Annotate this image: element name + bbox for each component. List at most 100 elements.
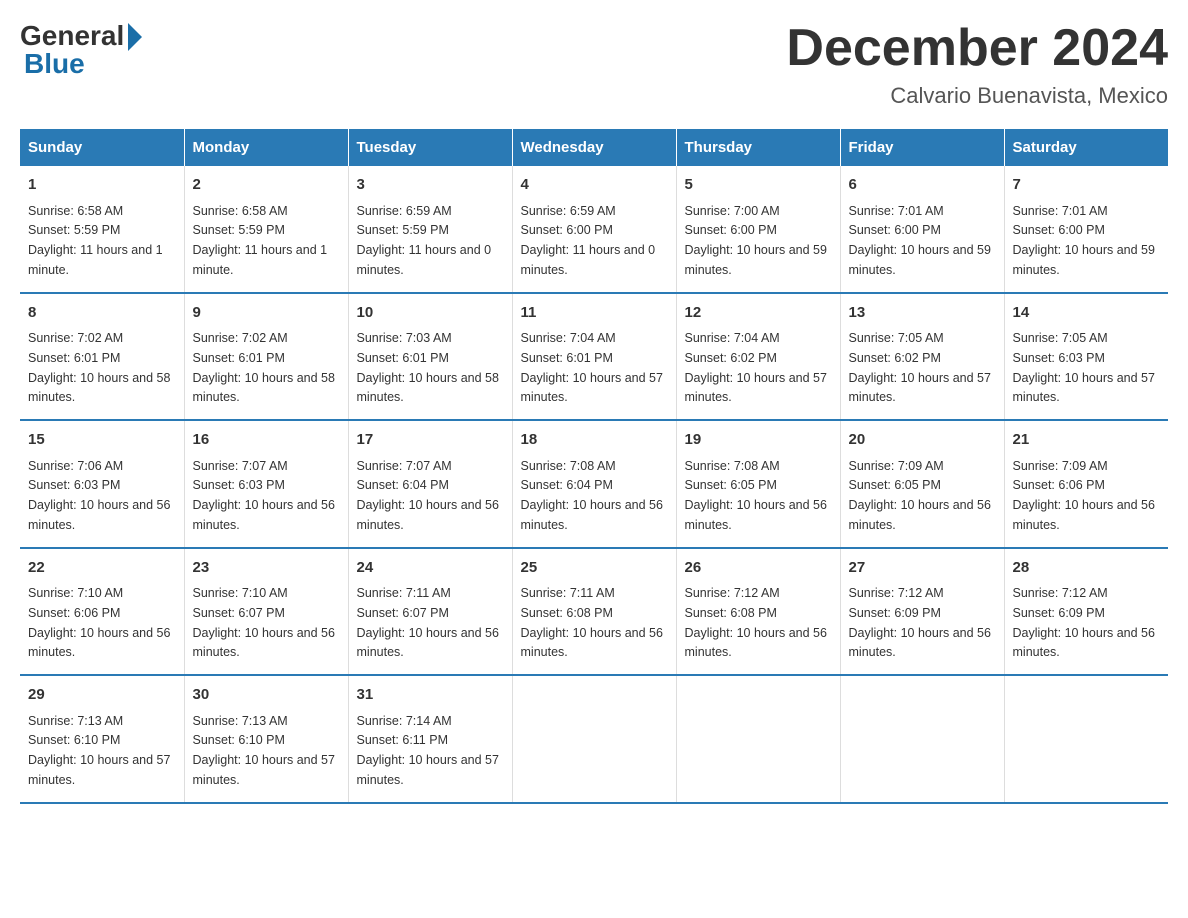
day-info: Sunrise: 7:12 AMSunset: 6:09 PMDaylight:… — [849, 586, 991, 659]
calendar-header-saturday: Saturday — [1004, 129, 1168, 166]
calendar-cell: 13 Sunrise: 7:05 AMSunset: 6:02 PMDaylig… — [840, 293, 1004, 421]
day-number: 17 — [357, 429, 504, 452]
day-number: 20 — [849, 429, 996, 452]
calendar-cell — [676, 675, 840, 803]
day-info: Sunrise: 7:03 AMSunset: 6:01 PMDaylight:… — [357, 331, 499, 404]
day-number: 4 — [521, 174, 668, 197]
day-number: 5 — [685, 174, 832, 197]
day-info: Sunrise: 7:04 AMSunset: 6:01 PMDaylight:… — [521, 331, 663, 404]
logo-arrow-icon — [128, 23, 142, 51]
logo: General Blue — [20, 20, 142, 80]
day-info: Sunrise: 7:13 AMSunset: 6:10 PMDaylight:… — [28, 714, 170, 787]
day-info: Sunrise: 6:58 AMSunset: 5:59 PMDaylight:… — [28, 204, 163, 277]
calendar-cell: 14 Sunrise: 7:05 AMSunset: 6:03 PMDaylig… — [1004, 293, 1168, 421]
calendar-cell: 27 Sunrise: 7:12 AMSunset: 6:09 PMDaylig… — [840, 548, 1004, 676]
calendar-cell — [512, 675, 676, 803]
day-number: 9 — [193, 302, 340, 325]
calendar-header-thursday: Thursday — [676, 129, 840, 166]
calendar-cell: 18 Sunrise: 7:08 AMSunset: 6:04 PMDaylig… — [512, 420, 676, 548]
day-number: 7 — [1013, 174, 1161, 197]
day-info: Sunrise: 7:07 AMSunset: 6:03 PMDaylight:… — [193, 459, 335, 532]
calendar-cell: 15 Sunrise: 7:06 AMSunset: 6:03 PMDaylig… — [20, 420, 184, 548]
calendar-cell: 20 Sunrise: 7:09 AMSunset: 6:05 PMDaylig… — [840, 420, 1004, 548]
day-info: Sunrise: 7:02 AMSunset: 6:01 PMDaylight:… — [28, 331, 170, 404]
calendar-header-sunday: Sunday — [20, 129, 184, 166]
day-info: Sunrise: 7:06 AMSunset: 6:03 PMDaylight:… — [28, 459, 170, 532]
calendar-cell: 21 Sunrise: 7:09 AMSunset: 6:06 PMDaylig… — [1004, 420, 1168, 548]
page-title: December 2024 — [786, 20, 1168, 77]
day-info: Sunrise: 7:08 AMSunset: 6:04 PMDaylight:… — [521, 459, 663, 532]
day-number: 26 — [685, 557, 832, 580]
calendar-cell: 24 Sunrise: 7:11 AMSunset: 6:07 PMDaylig… — [348, 548, 512, 676]
day-number: 21 — [1013, 429, 1161, 452]
calendar-cell: 10 Sunrise: 7:03 AMSunset: 6:01 PMDaylig… — [348, 293, 512, 421]
calendar-cell: 9 Sunrise: 7:02 AMSunset: 6:01 PMDayligh… — [184, 293, 348, 421]
calendar-cell: 29 Sunrise: 7:13 AMSunset: 6:10 PMDaylig… — [20, 675, 184, 803]
day-number: 12 — [685, 302, 832, 325]
calendar-cell: 12 Sunrise: 7:04 AMSunset: 6:02 PMDaylig… — [676, 293, 840, 421]
day-info: Sunrise: 7:14 AMSunset: 6:11 PMDaylight:… — [357, 714, 499, 787]
day-info: Sunrise: 7:00 AMSunset: 6:00 PMDaylight:… — [685, 204, 827, 277]
calendar-cell: 17 Sunrise: 7:07 AMSunset: 6:04 PMDaylig… — [348, 420, 512, 548]
day-number: 13 — [849, 302, 996, 325]
day-number: 3 — [357, 174, 504, 197]
day-number: 15 — [28, 429, 176, 452]
calendar-cell: 6 Sunrise: 7:01 AMSunset: 6:00 PMDayligh… — [840, 166, 1004, 293]
calendar-cell: 2 Sunrise: 6:58 AMSunset: 5:59 PMDayligh… — [184, 166, 348, 293]
day-number: 16 — [193, 429, 340, 452]
calendar-week-row: 15 Sunrise: 7:06 AMSunset: 6:03 PMDaylig… — [20, 420, 1168, 548]
page-subtitle: Calvario Buenavista, Mexico — [786, 83, 1168, 109]
calendar-week-row: 29 Sunrise: 7:13 AMSunset: 6:10 PMDaylig… — [20, 675, 1168, 803]
day-info: Sunrise: 7:08 AMSunset: 6:05 PMDaylight:… — [685, 459, 827, 532]
day-number: 24 — [357, 557, 504, 580]
day-info: Sunrise: 7:05 AMSunset: 6:02 PMDaylight:… — [849, 331, 991, 404]
day-number: 10 — [357, 302, 504, 325]
day-info: Sunrise: 7:12 AMSunset: 6:09 PMDaylight:… — [1013, 586, 1155, 659]
day-info: Sunrise: 7:04 AMSunset: 6:02 PMDaylight:… — [685, 331, 827, 404]
day-info: Sunrise: 7:13 AMSunset: 6:10 PMDaylight:… — [193, 714, 335, 787]
calendar-header-monday: Monday — [184, 129, 348, 166]
day-number: 8 — [28, 302, 176, 325]
calendar-header-row: SundayMondayTuesdayWednesdayThursdayFrid… — [20, 129, 1168, 166]
day-number: 31 — [357, 684, 504, 707]
calendar-cell: 30 Sunrise: 7:13 AMSunset: 6:10 PMDaylig… — [184, 675, 348, 803]
title-area: December 2024 Calvario Buenavista, Mexic… — [786, 20, 1168, 109]
day-info: Sunrise: 6:59 AMSunset: 5:59 PMDaylight:… — [357, 204, 492, 277]
day-number: 6 — [849, 174, 996, 197]
calendar-cell: 4 Sunrise: 6:59 AMSunset: 6:00 PMDayligh… — [512, 166, 676, 293]
calendar-cell: 16 Sunrise: 7:07 AMSunset: 6:03 PMDaylig… — [184, 420, 348, 548]
day-info: Sunrise: 7:10 AMSunset: 6:07 PMDaylight:… — [193, 586, 335, 659]
calendar-week-row: 1 Sunrise: 6:58 AMSunset: 5:59 PMDayligh… — [20, 166, 1168, 293]
day-info: Sunrise: 7:01 AMSunset: 6:00 PMDaylight:… — [1013, 204, 1155, 277]
day-number: 25 — [521, 557, 668, 580]
day-info: Sunrise: 7:01 AMSunset: 6:00 PMDaylight:… — [849, 204, 991, 277]
calendar-cell — [1004, 675, 1168, 803]
day-number: 22 — [28, 557, 176, 580]
calendar-header-tuesday: Tuesday — [348, 129, 512, 166]
day-number: 1 — [28, 174, 176, 197]
calendar-cell: 25 Sunrise: 7:11 AMSunset: 6:08 PMDaylig… — [512, 548, 676, 676]
day-number: 2 — [193, 174, 340, 197]
day-info: Sunrise: 7:11 AMSunset: 6:08 PMDaylight:… — [521, 586, 663, 659]
calendar-cell: 7 Sunrise: 7:01 AMSunset: 6:00 PMDayligh… — [1004, 166, 1168, 293]
day-info: Sunrise: 7:11 AMSunset: 6:07 PMDaylight:… — [357, 586, 499, 659]
calendar-cell: 22 Sunrise: 7:10 AMSunset: 6:06 PMDaylig… — [20, 548, 184, 676]
calendar-cell: 8 Sunrise: 7:02 AMSunset: 6:01 PMDayligh… — [20, 293, 184, 421]
calendar-cell: 31 Sunrise: 7:14 AMSunset: 6:11 PMDaylig… — [348, 675, 512, 803]
day-info: Sunrise: 7:09 AMSunset: 6:06 PMDaylight:… — [1013, 459, 1155, 532]
day-number: 28 — [1013, 557, 1161, 580]
calendar-cell: 3 Sunrise: 6:59 AMSunset: 5:59 PMDayligh… — [348, 166, 512, 293]
day-number: 23 — [193, 557, 340, 580]
day-number: 11 — [521, 302, 668, 325]
day-info: Sunrise: 7:10 AMSunset: 6:06 PMDaylight:… — [28, 586, 170, 659]
calendar-cell: 19 Sunrise: 7:08 AMSunset: 6:05 PMDaylig… — [676, 420, 840, 548]
day-info: Sunrise: 7:02 AMSunset: 6:01 PMDaylight:… — [193, 331, 335, 404]
day-number: 30 — [193, 684, 340, 707]
calendar-cell: 28 Sunrise: 7:12 AMSunset: 6:09 PMDaylig… — [1004, 548, 1168, 676]
day-number: 14 — [1013, 302, 1161, 325]
calendar-cell: 5 Sunrise: 7:00 AMSunset: 6:00 PMDayligh… — [676, 166, 840, 293]
calendar-header-friday: Friday — [840, 129, 1004, 166]
day-number: 29 — [28, 684, 176, 707]
day-info: Sunrise: 6:58 AMSunset: 5:59 PMDaylight:… — [193, 204, 328, 277]
calendar-cell: 23 Sunrise: 7:10 AMSunset: 6:07 PMDaylig… — [184, 548, 348, 676]
